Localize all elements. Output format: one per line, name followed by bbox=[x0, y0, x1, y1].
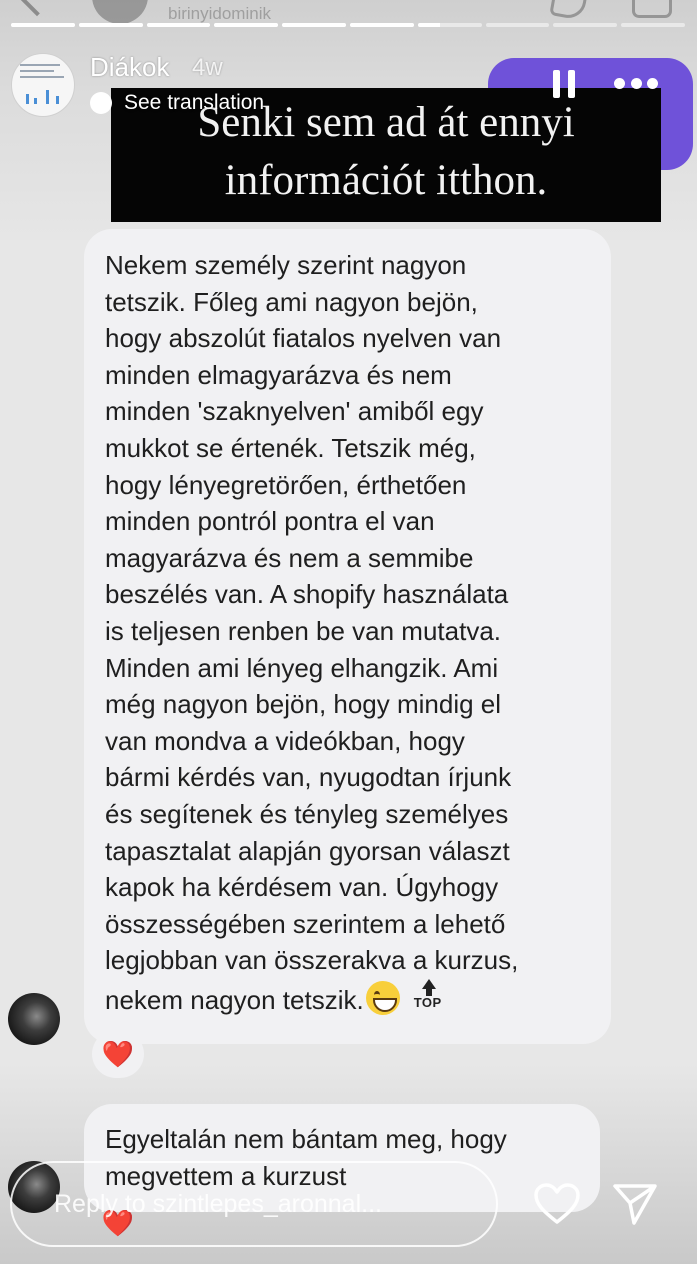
message-line: összességében szerintem a lehető bbox=[105, 908, 506, 939]
sender-avatar[interactable] bbox=[8, 993, 60, 1045]
message-line: és segítenek és tényleg személyes bbox=[105, 798, 509, 829]
message-line: Nekem személy szerint nagyon bbox=[105, 250, 467, 280]
progress-segment bbox=[282, 23, 346, 27]
message-line: magyarázva és nem a semmibe bbox=[105, 542, 474, 573]
heart-outline-icon[interactable] bbox=[533, 1183, 581, 1225]
message-line: hogy abszolút fiatalos nyelven van bbox=[105, 323, 502, 354]
message-line: nekem nagyon tetszik. TOP bbox=[105, 978, 605, 1019]
progress-segment bbox=[146, 23, 211, 27]
reply-bar[interactable] bbox=[10, 1161, 498, 1247]
see-translation-button[interactable]: See translation bbox=[90, 91, 264, 115]
message-line: van mondva a videókban, hogy bbox=[105, 725, 465, 756]
pause-icon[interactable] bbox=[553, 70, 575, 98]
underlying-chat-header: birinyidominik bbox=[0, 0, 697, 34]
grinning-emoji-icon bbox=[365, 980, 400, 1015]
story-author-avatar[interactable] bbox=[11, 53, 75, 117]
translate-icon bbox=[90, 92, 112, 114]
see-translation-label: See translation bbox=[124, 91, 265, 114]
progress-segment bbox=[349, 23, 414, 27]
phone-icon bbox=[549, 0, 589, 21]
progress-segment bbox=[78, 23, 143, 27]
progress-segment bbox=[485, 23, 550, 27]
caption-line: információt itthon. bbox=[224, 157, 548, 204]
message-line: tetszik. Főleg ami nagyon bejön, bbox=[105, 286, 478, 317]
underlying-chat-username: birinyidominik bbox=[168, 4, 271, 23]
message-line: minden pontról pontra el van bbox=[105, 506, 435, 537]
message-line: beszélés van. A shopify használata bbox=[105, 579, 509, 610]
back-arrow-icon bbox=[15, 0, 59, 17]
message-line: bármi kérdés van, nyugodtan írjunk bbox=[105, 762, 512, 793]
message-line: legjobban van összerakva a kurzus, bbox=[105, 945, 519, 976]
story-author-name[interactable]: Diákok bbox=[90, 52, 169, 83]
reply-input[interactable] bbox=[52, 1188, 476, 1220]
message-last-line-text: nekem nagyon tetszik. bbox=[105, 984, 364, 1015]
message-line: még nagyon bejön, hogy mindig el bbox=[105, 689, 502, 720]
progress-segment bbox=[214, 23, 279, 27]
video-camera-icon bbox=[632, 0, 672, 18]
message-line: tapasztalat alapján gyorsan választ bbox=[105, 835, 510, 866]
top-arrow-emoji-icon: TOP bbox=[413, 978, 444, 1013]
story-timestamp: 4w bbox=[192, 54, 223, 81]
reaction-heart-icon: ❤️ bbox=[101, 1038, 135, 1069]
message-line: minden 'szaknyelven' amiből egy bbox=[105, 396, 484, 427]
progress-segment bbox=[553, 23, 618, 27]
paper-plane-icon[interactable] bbox=[612, 1181, 658, 1227]
message-line: Egyeltalán nem bántam meg, hogy bbox=[105, 1124, 507, 1154]
message-line: is teljesen renben be van mutatva. bbox=[105, 615, 502, 646]
message-bubble: Nekem személy szerint nagyon tetszik. Fől… bbox=[84, 229, 611, 1044]
heart-reaction[interactable]: ❤️ bbox=[92, 1030, 144, 1078]
story-progress-bar bbox=[11, 23, 685, 27]
progress-segment bbox=[621, 23, 685, 27]
message-line: Minden ami lényeg elhangzik. Ami bbox=[105, 652, 499, 683]
more-dots-icon[interactable] bbox=[614, 78, 658, 90]
progress-segment bbox=[11, 23, 75, 27]
message-line: hogy lényegretörően, érthetően bbox=[105, 469, 467, 500]
top-emoji-label: TOP bbox=[413, 994, 442, 1010]
message-line: minden elmagyarázva és nem bbox=[105, 359, 452, 390]
progress-segment bbox=[417, 23, 482, 27]
message-line: mukkot se értenék. Tetszik még, bbox=[105, 432, 476, 463]
underlying-chat-avatar bbox=[92, 0, 148, 24]
message-line: kapok ha kérdésem van. Úgyhogy bbox=[105, 872, 499, 903]
